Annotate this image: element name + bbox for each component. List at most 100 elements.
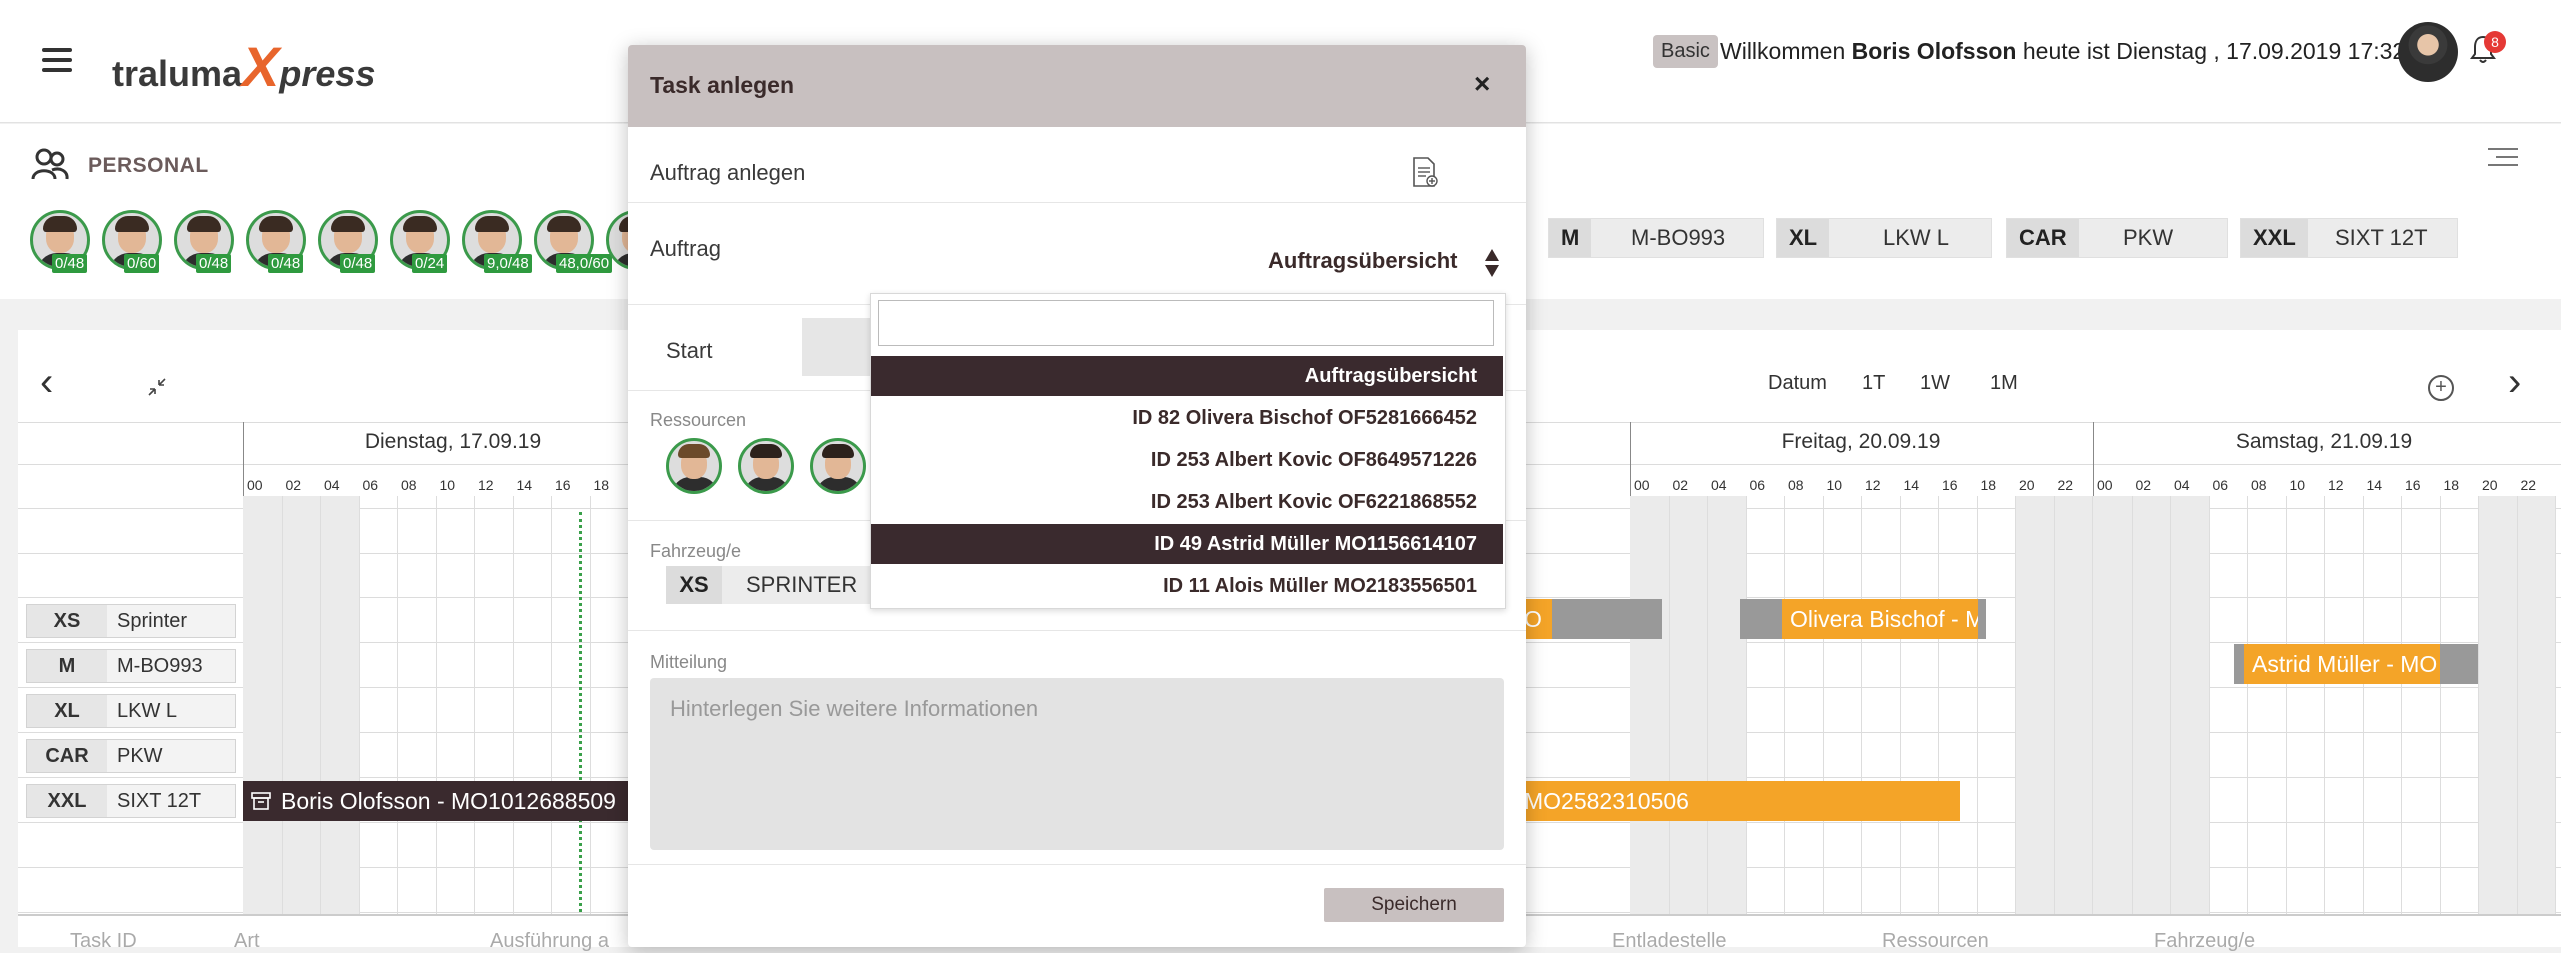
- resource-class: XL: [27, 695, 107, 727]
- next-arrow-icon[interactable]: ›: [2508, 360, 2521, 405]
- app-logo[interactable]: tralumaXpress: [112, 34, 375, 99]
- vehicle-chip[interactable]: XL LKW L: [1776, 218, 1992, 258]
- hour-label: 12: [478, 477, 494, 493]
- hour-line: [2208, 496, 2210, 916]
- add-icon[interactable]: +: [2428, 375, 2454, 401]
- column-header[interactable]: Ressourcen: [1882, 930, 1989, 953]
- divider: [628, 864, 1526, 865]
- hour-label: 06: [2212, 477, 2229, 493]
- auftrag-label: Auftrag: [650, 236, 721, 261]
- hour-label: 02: [285, 477, 302, 493]
- resource-avatar[interactable]: [738, 438, 794, 494]
- column-header[interactable]: Entladestelle: [1612, 930, 1727, 953]
- hamburger-menu-icon[interactable]: [42, 48, 72, 72]
- save-button[interactable]: Speichern: [1324, 888, 1504, 922]
- column-header[interactable]: Art: [234, 930, 260, 953]
- user-avatar[interactable]: [2398, 22, 2458, 82]
- range-1t-button[interactable]: 1T: [1862, 372, 1885, 395]
- vehicle-class: CAR: [2007, 219, 2079, 257]
- hour-line: [1938, 496, 1939, 916]
- dropdown-option[interactable]: ID 11 Alois Müller MO2183556501: [871, 566, 1503, 606]
- resource-row[interactable]: M M-BO993: [26, 649, 236, 683]
- hour-label: 12: [1865, 477, 1881, 493]
- hour-label: 14: [516, 477, 533, 493]
- dropdown-option[interactable]: Auftragsübersicht: [871, 356, 1503, 396]
- column-header[interactable]: Task ID: [70, 930, 137, 953]
- hour-line: [2401, 496, 2402, 916]
- welcome-text: Willkommen Boris Olofsson heute ist Dien…: [1720, 38, 2406, 64]
- dropdown-search-input[interactable]: [878, 300, 1494, 346]
- collapse-icon[interactable]: [146, 376, 168, 398]
- resource-row[interactable]: XS Sprinter: [26, 604, 236, 638]
- hour-label: 10: [439, 477, 456, 493]
- staff-hours-badge: 48,0/60: [556, 254, 613, 273]
- vehicle-name: LKW L: [1883, 225, 1950, 250]
- range-1m-button[interactable]: 1M: [1990, 372, 2018, 395]
- vehicle-class: M: [1549, 219, 1592, 257]
- staff-hours-badge: 0/60: [124, 254, 160, 273]
- hour-label: 22: [2520, 477, 2537, 493]
- hour-line: [1707, 496, 1708, 916]
- resource-row[interactable]: XL LKW L: [26, 694, 236, 728]
- prev-arrow-icon[interactable]: ‹: [40, 360, 53, 405]
- resource-avatar[interactable]: [810, 438, 866, 494]
- auftrag-select[interactable]: Auftragsübersicht: [1268, 248, 1457, 274]
- people-icon: [31, 148, 69, 180]
- dropdown-option[interactable]: ID 82 Olivera Bischof OF5281666452: [871, 398, 1503, 438]
- vehicle-chip[interactable]: CAR PKW: [2006, 218, 2228, 258]
- night-shade: [2093, 496, 2209, 916]
- divider: [628, 630, 1526, 631]
- hour-label: 20: [2482, 477, 2498, 493]
- hour-line: [2362, 496, 2364, 916]
- hour-label: 02: [2135, 477, 2152, 493]
- staff-hours-badge: 0/48: [268, 254, 304, 273]
- dropdown-option[interactable]: ID 253 Albert Kovic OF8649571226: [871, 440, 1503, 480]
- task-bar[interactable]: MO2582310506: [1520, 781, 1960, 821]
- hour-label: 04: [1711, 477, 1727, 493]
- task-bar[interactable]: Olivera Bischof - M: [1782, 599, 1978, 639]
- hour-line: [589, 496, 591, 916]
- dropdown-option[interactable]: ID 253 Albert Kovic OF6221868552: [871, 482, 1503, 522]
- hour-line: [512, 496, 514, 916]
- task-bar-label: Astrid Müller - MO: [2252, 651, 2438, 677]
- resource-avatar[interactable]: [666, 438, 722, 494]
- hour-label: 06: [1749, 477, 1766, 493]
- task-bar[interactable]: Astrid Müller - MO: [2244, 644, 2440, 684]
- task-bar-label: MO2582310506: [1524, 788, 1689, 814]
- hour-label: 20: [2019, 477, 2035, 493]
- column-header[interactable]: Ausführung a: [490, 930, 609, 953]
- hour-line: [435, 496, 437, 916]
- hour-label: 00: [247, 477, 263, 493]
- vehicle-chip[interactable]: XXL SIXT 12T: [2240, 218, 2458, 258]
- start-input[interactable]: [802, 318, 872, 376]
- resource-row[interactable]: XXL SIXT 12T: [26, 784, 236, 818]
- task-bar[interactable]: Boris Olofsson - MO1012688509: [243, 781, 643, 821]
- archive-icon: [251, 792, 271, 810]
- hour-line: [551, 496, 552, 916]
- staff-hours-badge: 9,0/48: [484, 254, 532, 273]
- range-1w-button[interactable]: 1W: [1920, 372, 1950, 395]
- textarea-placeholder: Hinterlegen Sie weitere Informationen: [670, 696, 1039, 721]
- vehicle-class: XXL: [2241, 219, 2308, 257]
- hour-label: 08: [1788, 477, 1804, 493]
- hour-label: 10: [1826, 477, 1843, 493]
- resource-class: CAR: [27, 740, 107, 772]
- hour-line: [2478, 496, 2479, 916]
- list-menu-icon[interactable]: [2488, 148, 2518, 168]
- datum-button[interactable]: Datum: [1768, 372, 1827, 395]
- hour-label: 18: [1980, 477, 1997, 493]
- hour-label: 16: [1942, 477, 1958, 493]
- vehicle-chip[interactable]: M M-BO993: [1548, 218, 1764, 258]
- close-icon[interactable]: ×: [1474, 68, 1490, 100]
- sort-arrows-icon[interactable]: [1484, 248, 1500, 278]
- column-header[interactable]: Fahrzeug/e: [2154, 930, 2255, 953]
- resource-name: Sprinter: [117, 610, 188, 632]
- mitteilung-textarea[interactable]: Hinterlegen Sie weitere Informationen: [650, 678, 1504, 850]
- new-document-icon[interactable]: [1412, 156, 1438, 188]
- dropdown-option[interactable]: ID 49 Astrid Müller MO1156614107: [871, 524, 1503, 564]
- day-label: Samstag, 21.09.19: [2235, 430, 2413, 453]
- vehicle-chip[interactable]: XS SPRINTER: [666, 566, 876, 604]
- hour-label: 02: [1672, 477, 1689, 493]
- resource-row[interactable]: CAR PKW: [26, 739, 236, 773]
- current-time-line: [579, 512, 582, 912]
